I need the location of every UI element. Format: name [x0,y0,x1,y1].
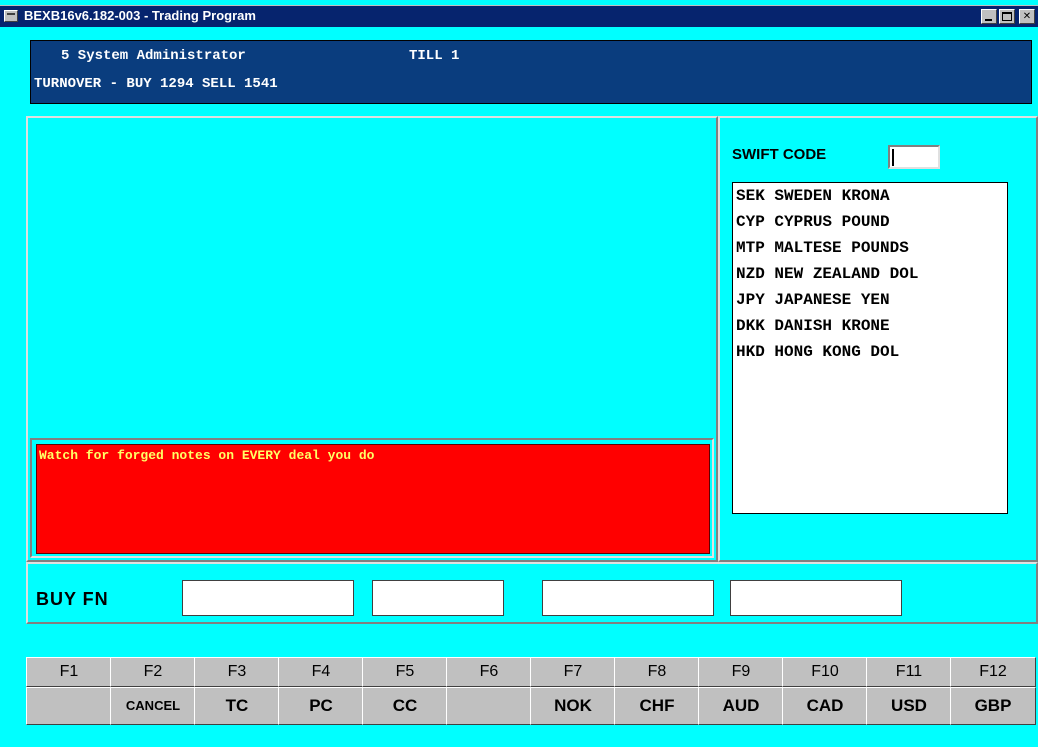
fkey-f9[interactable]: F9 AUD [698,657,784,725]
list-item[interactable]: CYP CYPRUS POUND [736,213,890,231]
gbp-button[interactable]: GBP [950,687,1036,725]
nok-button[interactable]: NOK [530,687,616,725]
list-item[interactable]: JPY JAPANESE YEN [736,291,890,309]
pc-button[interactable]: PC [278,687,364,725]
fkey-f1-button[interactable] [26,687,112,725]
operator-name: 5 System Administrator [61,48,246,64]
fkey-number: F2 [110,657,196,687]
cad-button[interactable]: CAD [782,687,868,725]
trading-program-window: BEXB16v6.182-003 - Trading Program ✕ 5 S… [0,0,1038,747]
swift-code-label: SWIFT CODE [732,146,827,163]
maximize-icon [1002,12,1012,21]
list-item[interactable]: NZD NEW ZEALAND DOL [736,265,918,283]
buy-field-3[interactable] [542,580,714,616]
tc-button[interactable]: TC [194,687,280,725]
swift-code-input[interactable] [888,145,940,169]
list-item[interactable]: SEK SWEDEN KRONA [736,187,890,205]
till-number: TILL 1 [409,48,460,64]
fkey-f3[interactable]: F3 TC [194,657,280,725]
fkey-f8[interactable]: F8 CHF [614,657,700,725]
title-bar: BEXB16v6.182-003 - Trading Program ✕ [0,5,1038,27]
list-item[interactable]: DKK DANISH KRONE [736,317,890,335]
fkey-f2[interactable]: F2 CANCEL [110,657,196,725]
currency-list[interactable]: SEK SWEDEN KRONA CYP CYPRUS POUND MTP MA… [732,182,1008,514]
fkey-number: F1 [26,657,112,687]
fkey-number: F7 [530,657,616,687]
fkey-f11[interactable]: F11 USD [866,657,952,725]
warning-message: Watch for forged notes on EVERY deal you… [39,448,375,463]
list-item[interactable]: HKD HONG KONG DOL [736,343,899,361]
fkey-number: F6 [446,657,532,687]
fkey-f1[interactable]: F1 [26,657,112,725]
fkey-f12[interactable]: F12 GBP [950,657,1036,725]
buy-fn-label: BUY FN [36,589,109,609]
warning-banner: Watch for forged notes on EVERY deal you… [36,444,710,554]
fkey-f4[interactable]: F4 PC [278,657,364,725]
fkey-number: F10 [782,657,868,687]
fkey-number: F9 [698,657,784,687]
usd-button[interactable]: USD [866,687,952,725]
close-icon: ✕ [1022,11,1032,22]
session-header: 5 System Administrator TILL 1 TURNOVER -… [30,40,1032,104]
fkey-f5[interactable]: F5 CC [362,657,448,725]
fkey-number: F11 [866,657,952,687]
minimize-icon [985,19,992,21]
window-title: BEXB16v6.182-003 - Trading Program [24,8,256,23]
chf-button[interactable]: CHF [614,687,700,725]
cancel-button[interactable]: CANCEL [110,687,196,725]
buy-field-1[interactable] [182,580,354,616]
fkey-number: F12 [950,657,1036,687]
buy-field-4[interactable] [730,580,902,616]
fkey-number: F4 [278,657,364,687]
window-menu-icon[interactable] [4,10,18,22]
buy-field-2[interactable] [372,580,504,616]
fkey-f6-button[interactable] [446,687,532,725]
fkey-f6[interactable]: F6 [446,657,532,725]
list-item[interactable]: MTP MALTESE POUNDS [736,239,909,257]
maximize-button[interactable] [999,9,1015,24]
close-button[interactable]: ✕ [1019,9,1035,24]
fkey-number: F5 [362,657,448,687]
function-key-bar: F1 F2 CANCEL F3 TC F4 PC F5 CC F6 F7 NOK… [26,657,1038,725]
fkey-number: F3 [194,657,280,687]
cc-button[interactable]: CC [362,687,448,725]
turnover-summary: TURNOVER - BUY 1294 SELL 1541 [34,76,278,92]
text-cursor [892,149,894,166]
aud-button[interactable]: AUD [698,687,784,725]
minimize-button[interactable] [981,9,997,24]
fkey-f7[interactable]: F7 NOK [530,657,616,725]
fkey-number: F8 [614,657,700,687]
fkey-f10[interactable]: F10 CAD [782,657,868,725]
